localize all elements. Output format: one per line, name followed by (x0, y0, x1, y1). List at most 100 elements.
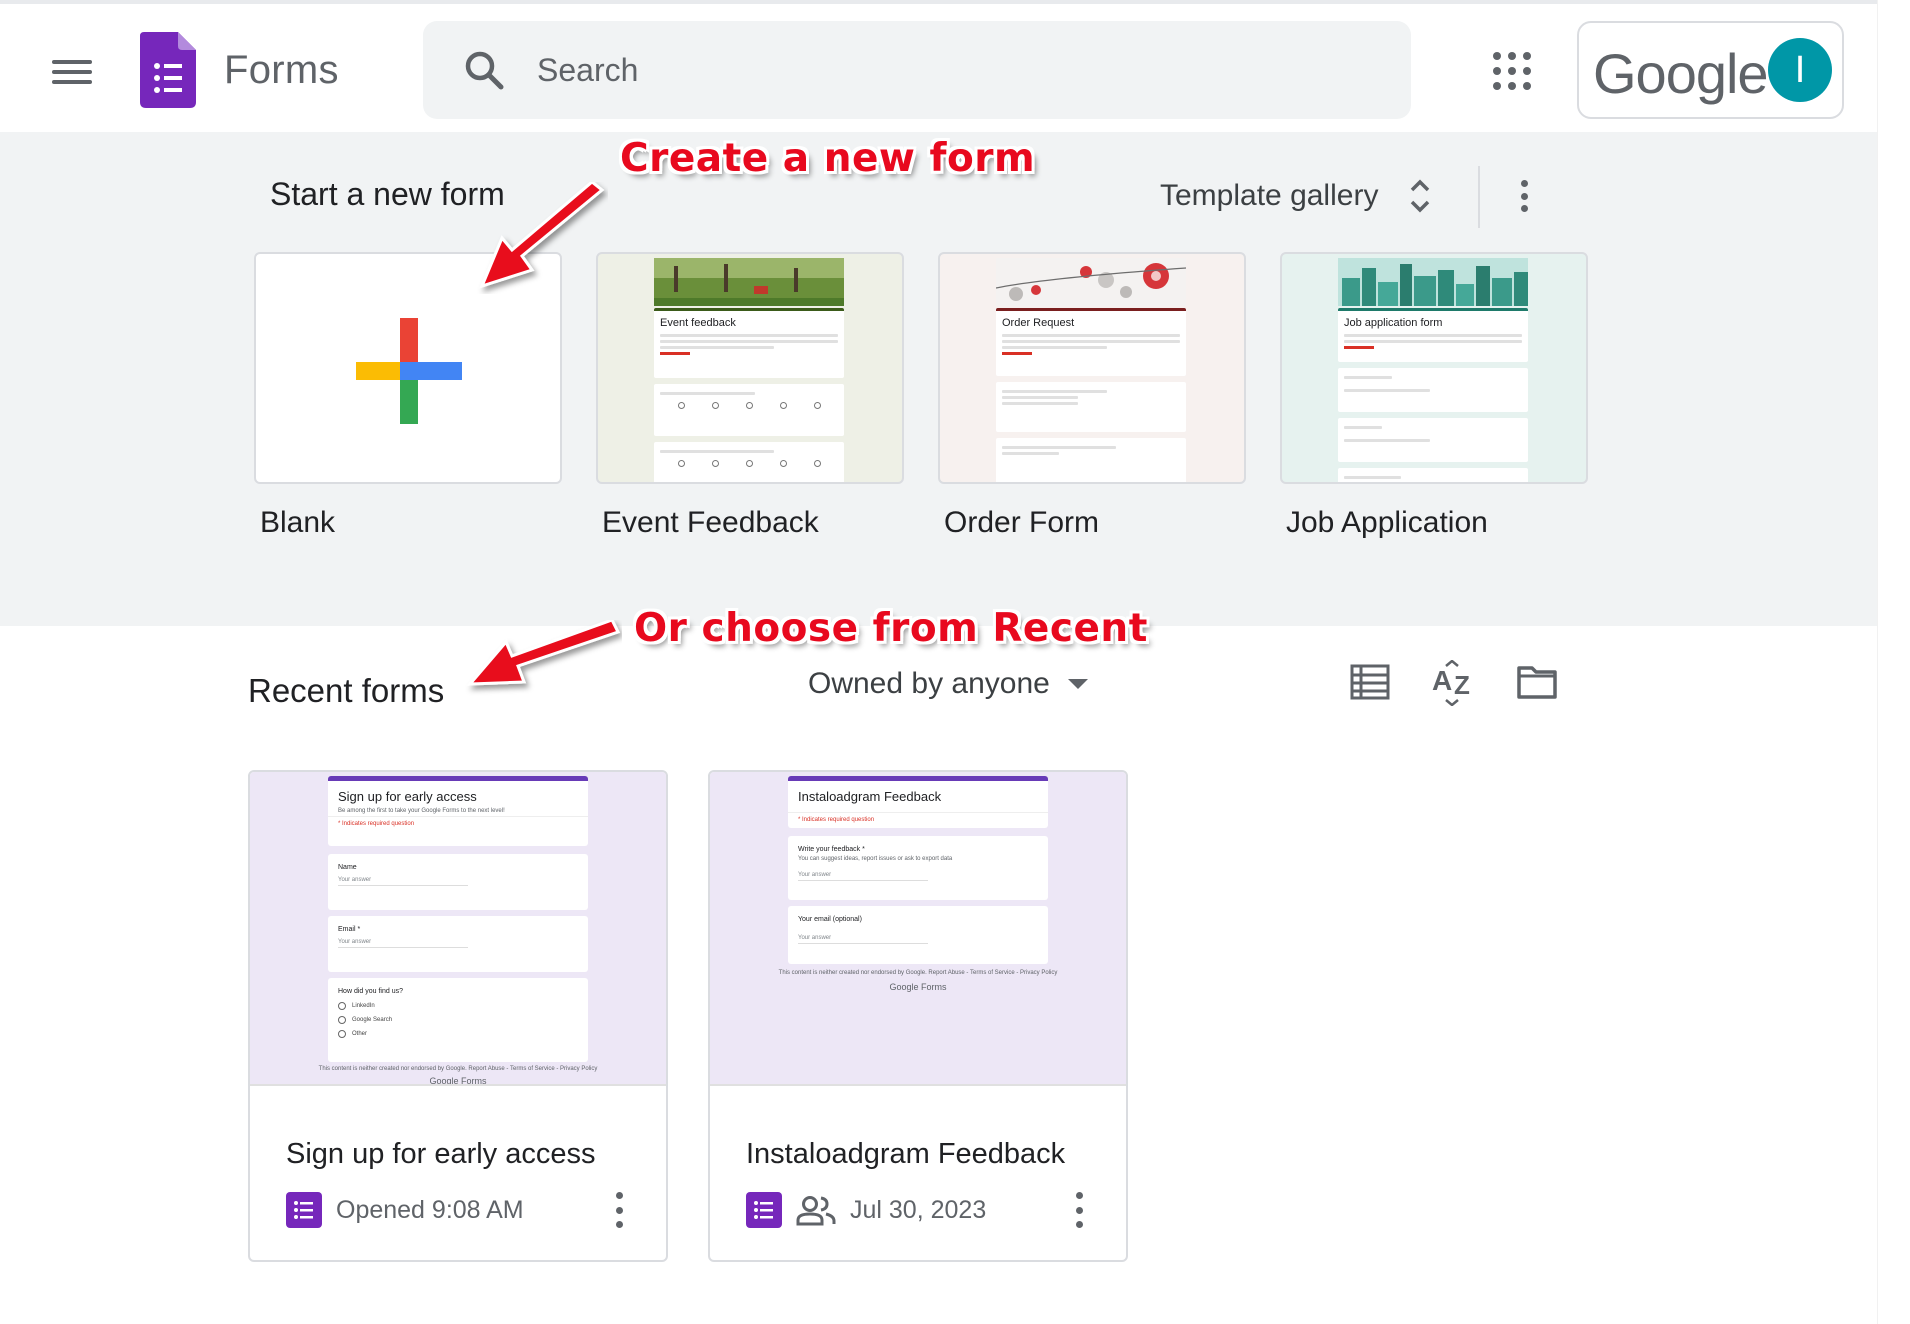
job-application-preview-question-3 (1338, 468, 1528, 482)
recent-form-card[interactable]: Sign up for early access Be among the fi… (248, 770, 668, 1262)
form-more-options-icon[interactable] (614, 1192, 624, 1228)
forms-logo-icon[interactable] (140, 32, 196, 108)
template-job-application[interactable]: Job application form Job Application (1280, 252, 1588, 540)
preview-brand: Google Forms (429, 1076, 487, 1084)
form-more-options-icon[interactable] (1074, 1192, 1084, 1228)
recent-form-card[interactable]: Instaloadgram Feedback * Indicates requi… (708, 770, 1128, 1262)
svg-text:Z: Z (1454, 670, 1470, 700)
preview-brand: Google Forms (889, 982, 947, 992)
preview-question-hint: You can suggest ideas, report issues or … (798, 856, 953, 862)
preview-radio-option: LinkedIn (328, 999, 588, 1013)
annotation-arrow-icon (479, 182, 605, 289)
form-last-opened: Opened 9:08 AM (336, 1195, 524, 1224)
order-form-preview-card: Order Request (996, 308, 1186, 376)
owner-filter-label: Owned by anyone (808, 667, 1050, 700)
job-application-preview-question (1338, 368, 1528, 412)
template-order-form-thumbnail[interactable]: Order Request (938, 252, 1246, 484)
template-gallery-label: Template gallery (1160, 179, 1379, 212)
preview-question-card: Write your feedback * You can suggest id… (788, 836, 1048, 900)
search-input[interactable] (537, 49, 1337, 91)
preview-title: Sign up for early access (338, 789, 477, 804)
event-feedback-preview-card: Event feedback (654, 308, 844, 378)
preview-title: Instaloadgram Feedback (798, 789, 942, 804)
more-options-icon[interactable] (1512, 176, 1536, 216)
account-switcher[interactable]: Google I (1577, 21, 1844, 119)
owner-filter-dropdown[interactable]: Owned by anyone (808, 662, 1088, 706)
event-feedback-preview-title: Event feedback (660, 317, 736, 329)
preview-subtitle: Be among the first to take your Google F… (338, 808, 505, 814)
template-job-application-thumbnail[interactable]: Job application form (1280, 252, 1588, 484)
preview-question-label: Your email (optional) (798, 916, 862, 923)
radio-icon (338, 1002, 346, 1010)
event-feedback-preview-question-2 (654, 442, 844, 482)
template-section: Start a new form Template gallery Blank (0, 132, 1877, 626)
preview-required-note: * Indicates required question (788, 812, 1048, 829)
form-title[interactable]: Sign up for early access (286, 1138, 595, 1171)
sort-az-icon[interactable]: A Z (1432, 660, 1476, 706)
google-wordmark: Google (1593, 42, 1769, 105)
toolbar-divider (1478, 166, 1480, 228)
preview-question-card: Email * Your answer (328, 916, 588, 972)
form-preview-thumbnail[interactable]: Sign up for early access Be among the fi… (250, 772, 666, 1084)
preview-question-card: Your email (optional) Your answer (788, 906, 1048, 964)
order-form-preview-question-2 (996, 438, 1186, 482)
radio-icon (338, 1016, 346, 1024)
preview-radio-option: Google Search (328, 1013, 588, 1027)
template-order-form[interactable]: Order Request Order Form (938, 252, 1246, 540)
start-new-form-heading: Start a new form (270, 176, 505, 212)
template-order-form-label[interactable]: Order Form (938, 506, 1246, 540)
card-divider (710, 1084, 1126, 1086)
job-application-preview-title: Job application form (1344, 317, 1443, 329)
preview-question-label: Name (338, 864, 357, 871)
preview-answer-placeholder: Your answer (798, 872, 928, 881)
preview-question-label: How did you find us? (338, 988, 403, 995)
radio-icon (338, 1030, 346, 1038)
form-last-modified: Jul 30, 2023 (850, 1195, 987, 1224)
search-bar[interactable] (423, 21, 1411, 119)
preview-question-label: Email * (338, 926, 361, 933)
annotation-create-new-form: Create a new form (620, 136, 1036, 181)
template-blank-label[interactable]: Blank (254, 506, 562, 540)
preview-footer: This content is neither created nor endo… (778, 970, 1058, 976)
svg-text:A: A (1432, 665, 1452, 696)
list-view-icon[interactable] (1350, 664, 1390, 700)
preview-radio-option: Other (328, 1027, 588, 1041)
recent-forms-heading: Recent forms (248, 672, 445, 709)
job-application-preview-card: Job application form (1338, 308, 1528, 362)
job-application-preview-question-2 (1338, 418, 1528, 462)
app-title[interactable]: Forms (224, 48, 339, 93)
order-form-preview-question (996, 382, 1186, 432)
template-event-feedback-label[interactable]: Event Feedback (596, 506, 904, 540)
main-menu-icon[interactable] (44, 50, 100, 94)
preview-answer-placeholder: Your answer (798, 935, 928, 944)
template-event-feedback[interactable]: Event feedback Event Feedback (596, 252, 904, 540)
form-preview-thumbnail[interactable]: Instaloadgram Feedback * Indicates requi… (710, 772, 1126, 1084)
vertical-scrollbar[interactable] (1877, 0, 1910, 1324)
picnic-header-image (654, 258, 844, 306)
app-header: Forms Google I (0, 4, 1877, 132)
forms-file-icon (286, 1192, 322, 1228)
avatar[interactable]: I (1768, 38, 1832, 102)
forms-file-icon (746, 1192, 782, 1228)
event-feedback-preview-question (654, 384, 844, 436)
search-icon[interactable] (463, 49, 505, 91)
city-skyline-header-image (1338, 258, 1528, 306)
template-blank[interactable]: Blank (254, 252, 562, 540)
preview-question-card: How did you find us? LinkedIn Google Sea… (328, 978, 588, 1062)
preview-answer-placeholder: Your answer (338, 939, 468, 948)
preview-header-card: Sign up for early access Be among the fi… (328, 776, 588, 846)
floral-header-image (996, 258, 1186, 306)
shared-people-icon (796, 1196, 836, 1226)
form-meta: Opened 9:08 AM (286, 1190, 524, 1230)
form-title[interactable]: Instaloadgram Feedback (746, 1138, 1065, 1171)
order-form-preview-title: Order Request (1002, 317, 1075, 329)
template-event-feedback-thumbnail[interactable]: Event feedback (596, 252, 904, 484)
form-meta: Jul 30, 2023 (746, 1190, 986, 1230)
template-gallery-button[interactable]: Template gallery (1160, 168, 1432, 224)
card-divider (250, 1084, 666, 1086)
template-job-application-label[interactable]: Job Application (1280, 506, 1588, 540)
google-apps-icon[interactable] (1493, 52, 1531, 90)
preview-required-note: * Indicates required question (328, 816, 588, 833)
preview-answer-placeholder: Your answer (338, 877, 468, 886)
folder-icon[interactable] (1516, 664, 1558, 700)
